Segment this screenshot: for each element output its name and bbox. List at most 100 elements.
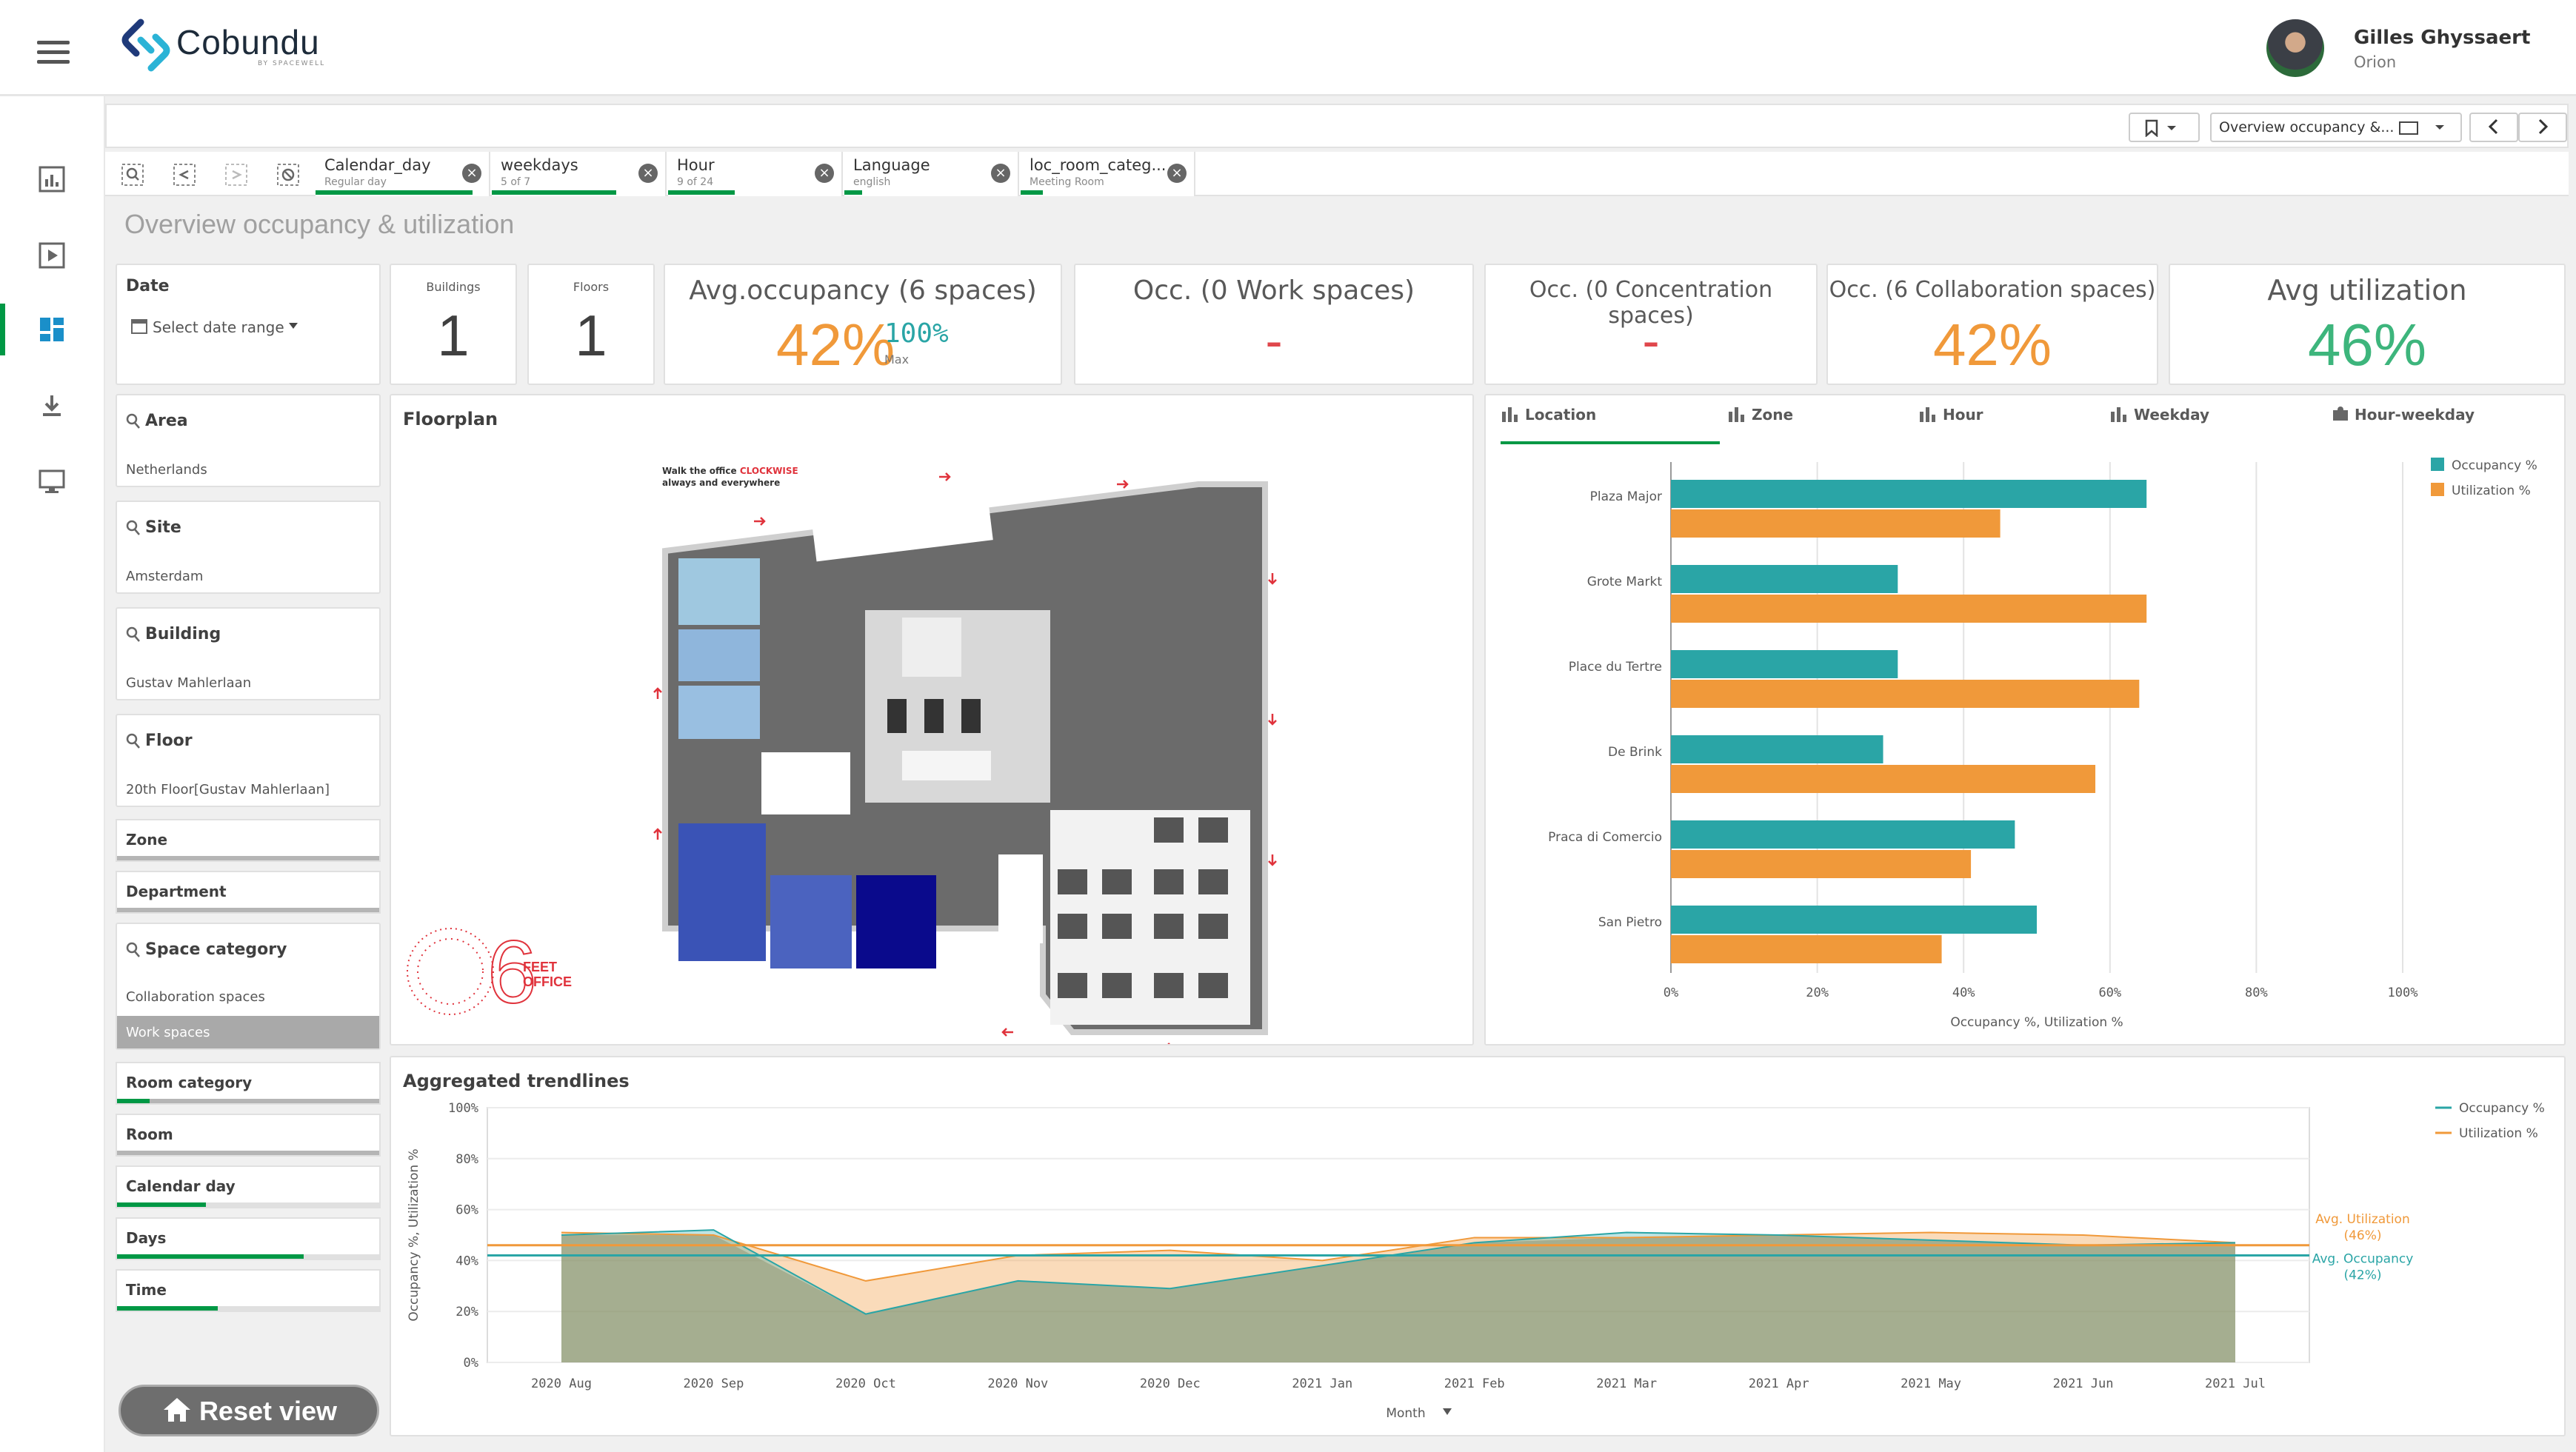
kpi-value: 42% [1932, 312, 2052, 378]
aggregated-trend-chart[interactable]: 0% 20% 40% 60% 80% 100% Occupancy %, Utilizati… [391, 1087, 2564, 1435]
x-tick-label: 0% [1664, 986, 1678, 1000]
filter-department[interactable]: Department [116, 871, 381, 914]
filter-selected-bar [117, 1306, 218, 1311]
room-tile[interactable] [856, 875, 936, 968]
bookmark-button[interactable] [2129, 113, 2200, 142]
filter-value[interactable]: Amsterdam [126, 569, 203, 584]
selection-chip-hour[interactable]: Hour 9 of 24 × [668, 152, 843, 196]
floorplan-map[interactable]: Walk the office CLOCKWISE always and eve… [391, 395, 1472, 1044]
tab-hour[interactable]: Hour [1918, 406, 1983, 424]
sheet-selector[interactable]: Overview occupancy &... [2210, 113, 2462, 142]
selection-value: Meeting Room [1030, 176, 1104, 188]
filter-space-category[interactable]: Space category Collaboration spaces Work… [116, 923, 381, 1050]
selection-chip-weekdays[interactable]: weekdays 5 of 7 × [492, 152, 667, 196]
x-axis-label: Occupancy %, Utilization % [1950, 1015, 2123, 1030]
filter-days[interactable]: Days [116, 1217, 381, 1260]
legend-label: Occupancy % [2452, 458, 2537, 473]
filter-calendar-day[interactable]: Calendar day [116, 1165, 381, 1208]
next-sheet-button[interactable] [2518, 113, 2567, 142]
filter-room[interactable]: Room [116, 1114, 381, 1157]
kpi-value: - [1265, 312, 1283, 369]
step-forward-icon[interactable] [224, 162, 249, 187]
filter-value[interactable]: Gustav Mahlerlaan [126, 675, 251, 691]
kpi-avg-occupancy: Avg.occupancy (6 spaces) 42% 100% Max [664, 264, 1062, 385]
space-option-work-row[interactable]: Work spaces [117, 1016, 379, 1048]
filter-title: Space category [145, 940, 287, 959]
kpi-avg-utilization: Avg utilization 46% [2169, 264, 2566, 385]
location-bar-chart[interactable]: 0% 20% 40% 60% 80% 100% Plaza Major Grote Markt… [1493, 440, 2560, 1040]
tab-weekday[interactable]: Weekday [2109, 406, 2209, 424]
dashboard-icon[interactable] [37, 315, 67, 344]
filter-time[interactable]: Time [116, 1269, 381, 1312]
room-tile[interactable] [678, 629, 760, 681]
previous-sheet-button[interactable] [2469, 113, 2518, 142]
top-bar: Cobundu BY SPACEWELL Gilles Ghyssaert Or… [0, 0, 2576, 96]
selection-chip-calendar-day[interactable]: Calendar_day Regular day × [316, 152, 490, 196]
badge-text-2: OFFICE [523, 974, 572, 989]
download-icon[interactable] [37, 391, 67, 421]
filter-value[interactable]: 20th Floor[Gustav Mahlerlaan] [126, 782, 330, 797]
close-icon[interactable]: × [991, 164, 1010, 183]
selection-field: loc_room_categ... [1030, 156, 1167, 174]
close-icon[interactable]: × [815, 164, 834, 183]
room-tile[interactable] [678, 558, 760, 625]
close-icon[interactable]: × [462, 164, 481, 183]
tab-zone[interactable]: Zone [1727, 406, 1793, 424]
selection-bar [668, 190, 735, 195]
room-tile[interactable] [770, 875, 852, 968]
category-label: Praca di Comercio [1548, 830, 1662, 845]
tab-hour-weekday[interactable]: Hour-weekday [2330, 406, 2475, 424]
date-range-placeholder[interactable]: Select date range [153, 318, 284, 336]
lift [924, 699, 944, 733]
y-tick-label: 0% [464, 1356, 478, 1371]
room-tile[interactable] [678, 686, 760, 739]
bar-chart-icon [1502, 407, 1518, 422]
category-label: Grote Markt [1587, 575, 1663, 589]
date-filter[interactable]: Date Select date range [116, 264, 381, 385]
tab-label: Weekday [2133, 406, 2209, 424]
play-icon[interactable] [37, 241, 67, 270]
app-name: Cobundu [176, 23, 320, 61]
clear-all-icon[interactable] [276, 162, 301, 187]
filter-room-category[interactable]: Room category [116, 1062, 381, 1105]
stairwell [902, 618, 961, 677]
lift [887, 699, 907, 733]
tab-label: Location [1524, 406, 1597, 424]
close-icon[interactable]: × [638, 164, 658, 183]
legend-label: Utilization % [2452, 484, 2531, 498]
floorplan-note-highlight: CLOCKWISE [740, 466, 798, 476]
filter-area[interactable]: Area Netherlands [116, 394, 381, 487]
kpi-label: Occ. (6 Collaboration spaces) [1829, 277, 2156, 303]
filter-value[interactable]: Netherlands [126, 462, 207, 478]
filter-floor[interactable]: Floor 20th Floor[Gustav Mahlerlaan] [116, 714, 381, 807]
x-tick-label: 2021 Feb [1444, 1376, 1505, 1391]
tab-label: Hour-weekday [2354, 406, 2475, 424]
avatar[interactable] [2266, 19, 2324, 77]
cobundu-logo-icon [121, 19, 170, 72]
filter-site[interactable]: Site Amsterdam [116, 501, 381, 594]
step-back-icon[interactable] [172, 162, 197, 187]
room-tile[interactable] [678, 823, 766, 961]
smart-search-icon[interactable] [120, 162, 145, 187]
x-tick-label: 2021 May [1901, 1376, 1961, 1391]
legend-swatch [2431, 483, 2444, 496]
filter-building[interactable]: Building Gustav Mahlerlaan [116, 607, 381, 700]
selection-chip-language[interactable]: Language english × [844, 152, 1019, 196]
caret-down-icon[interactable] [287, 321, 299, 330]
reset-view-button[interactable]: Reset view [119, 1385, 379, 1436]
filter-selected-bar [117, 1202, 206, 1207]
selection-value: Regular day [324, 176, 387, 188]
analytics-icon[interactable] [37, 164, 67, 194]
kpi-floors: Floors 1 [527, 264, 655, 385]
tab-location[interactable]: Location [1501, 406, 1720, 444]
monitor-icon[interactable] [37, 466, 67, 496]
filter-zone[interactable]: Zone [116, 819, 381, 862]
reset-view-label: Reset view [198, 1395, 338, 1426]
reference-label: Avg. Occupancy [2312, 1252, 2414, 1267]
selection-chip-room-category[interactable]: loc_room_categ... Meeting Room × [1021, 152, 1195, 196]
space-option-collaboration[interactable]: Collaboration spaces [126, 989, 265, 1005]
bar-chart-icon [1920, 407, 1935, 422]
hamburger-menu-icon[interactable] [37, 41, 70, 64]
bar-chart-icon [1729, 407, 1744, 422]
close-icon[interactable]: × [1167, 164, 1187, 183]
